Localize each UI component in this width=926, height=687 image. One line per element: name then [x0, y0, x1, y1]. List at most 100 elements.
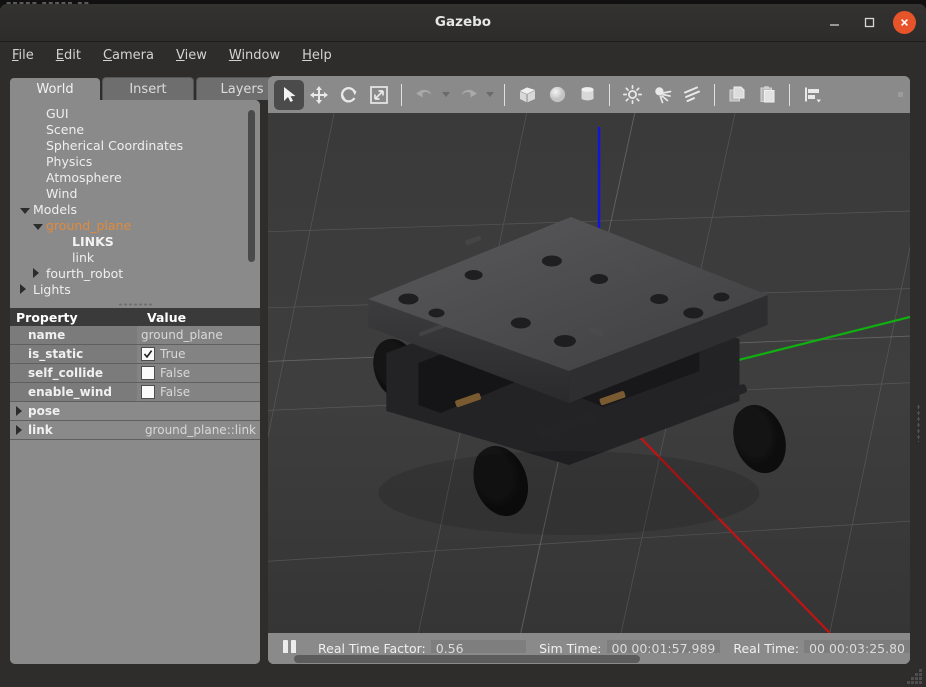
property-value: False: [160, 366, 191, 380]
tree-item-scene[interactable]: Scene: [10, 121, 260, 137]
tab-world[interactable]: World: [10, 78, 100, 100]
insert-box-button[interactable]: [512, 80, 542, 110]
tree-item-atmosphere[interactable]: Atmosphere: [10, 169, 260, 185]
redo-history-dropdown[interactable]: [483, 80, 497, 110]
property-name-cell: enable_wind: [10, 383, 137, 401]
scale-mode-button[interactable]: [364, 80, 394, 110]
tree-item-label: Spherical Coordinates: [46, 137, 184, 153]
translate-mode-button[interactable]: [304, 80, 334, 110]
tree-item-wind[interactable]: Wind: [10, 185, 260, 201]
property-value-cell[interactable]: False: [137, 364, 260, 382]
paste-button[interactable]: [752, 80, 782, 110]
property-value-cell[interactable]: [137, 402, 260, 420]
scene-toolbar: [268, 76, 910, 113]
checkbox-unchecked-icon[interactable]: [141, 385, 155, 399]
checkbox-checked-icon[interactable]: [141, 347, 155, 361]
table-row[interactable]: pose: [10, 402, 260, 421]
grip-dot: [919, 677, 922, 680]
menu-file[interactable]: File: [12, 48, 34, 63]
redo-button[interactable]: [453, 80, 483, 110]
insert-cylinder-button[interactable]: [572, 80, 602, 110]
tree-item-lights[interactable]: Lights: [10, 281, 260, 297]
tab-world-label: World: [36, 81, 74, 97]
separator-4: [714, 83, 715, 106]
panel-splitter-handle[interactable]: [10, 301, 260, 308]
tree-item-label: Lights: [33, 281, 71, 297]
property-name: enable_wind: [28, 385, 112, 399]
table-row[interactable]: enable_wind False: [10, 383, 260, 402]
copy-button[interactable]: [722, 80, 752, 110]
checkbox-unchecked-icon[interactable]: [141, 366, 155, 380]
property-value: ground_plane::link: [144, 423, 256, 437]
window-resize-grip[interactable]: [907, 669, 922, 684]
undo-history-dropdown[interactable]: [439, 80, 453, 110]
scrollbar-thumb[interactable]: [294, 655, 640, 663]
table-row[interactable]: name ground_plane: [10, 326, 260, 345]
toolbar-overflow-indicator[interactable]: [898, 92, 903, 97]
panel-tabs: World Insert Layers: [10, 76, 288, 100]
chevron-down-icon: [486, 92, 494, 97]
property-value: False: [160, 385, 191, 399]
undo-button[interactable]: [409, 80, 439, 110]
spot-light-button[interactable]: [647, 80, 677, 110]
caret-expanded-icon[interactable]: [33, 218, 46, 233]
separator-5: [789, 83, 790, 106]
table-row[interactable]: self_collide False: [10, 364, 260, 383]
minimize-icon[interactable]: [823, 11, 846, 34]
directional-light-button[interactable]: [677, 80, 707, 110]
property-name-cell: is_static: [10, 345, 137, 363]
tree-item-label: ground_plane: [46, 217, 132, 233]
caret-collapsed-icon[interactable]: [20, 282, 33, 297]
tree-item-label: Models: [33, 201, 78, 217]
insert-sphere-button[interactable]: [542, 80, 572, 110]
property-value-cell[interactable]: True: [137, 345, 260, 363]
vertical-splitter-handle[interactable]: [913, 398, 923, 448]
close-icon[interactable]: [893, 11, 916, 34]
tree-item-label: Wind: [46, 185, 78, 201]
grip-dot: [911, 677, 914, 680]
3d-viewport[interactable]: [268, 113, 910, 633]
table-row[interactable]: link ground_plane::link: [10, 421, 260, 440]
tree-item-ground-plane[interactable]: ground_plane: [10, 217, 260, 233]
tree-item-fourth-robot[interactable]: fourth_robot: [10, 265, 260, 281]
menu-camera[interactable]: Camera: [103, 48, 154, 63]
viewport-horizontal-scrollbar[interactable]: [268, 653, 910, 664]
tree-item-models[interactable]: Models: [10, 201, 260, 217]
grip-dot: [907, 681, 910, 684]
table-row[interactable]: is_static True: [10, 345, 260, 364]
grip-dot: [915, 677, 918, 680]
menu-help[interactable]: Help: [302, 48, 332, 63]
separator-3: [609, 83, 610, 106]
left-panel: World Insert Layers GUI Scene Spherical Co…: [10, 76, 288, 664]
menu-view[interactable]: View: [176, 48, 207, 63]
maximize-icon[interactable]: [858, 11, 881, 34]
tree-item-label: fourth_robot: [46, 265, 124, 281]
status-bar: Real Time Factor: 0.56 Sim Time: 00 00:0…: [268, 633, 910, 664]
tree-item-gui[interactable]: GUI: [10, 105, 260, 121]
point-light-button[interactable]: [617, 80, 647, 110]
property-name: self_collide: [28, 366, 104, 380]
align-button[interactable]: [797, 80, 827, 110]
tree-scrollbar-thumb[interactable]: [248, 110, 255, 262]
tree-item-link[interactable]: link: [10, 249, 260, 265]
window-title: Gazebo: [434, 14, 492, 30]
caret-expanded-icon[interactable]: [20, 202, 33, 217]
property-value-cell[interactable]: ground_plane: [137, 326, 260, 344]
property-value-cell[interactable]: ground_plane::link: [137, 421, 260, 439]
menu-edit[interactable]: Edit: [56, 48, 81, 63]
tree-item-physics[interactable]: Physics: [10, 153, 260, 169]
menu-window[interactable]: Window: [229, 48, 280, 63]
world-tree[interactable]: GUI Scene Spherical Coordinates Physics Atmo…: [10, 100, 260, 301]
select-mode-button[interactable]: [274, 79, 304, 110]
rotate-mode-button[interactable]: [334, 80, 364, 110]
tree-item-links[interactable]: LINKS: [10, 233, 260, 249]
tab-insert[interactable]: Insert: [102, 77, 194, 100]
tree-item-spherical-coordinates[interactable]: Spherical Coordinates: [10, 137, 260, 153]
caret-collapsed-icon[interactable]: [33, 266, 46, 281]
grip-dot: [915, 681, 918, 684]
caret-collapsed-icon[interactable]: [10, 425, 28, 435]
chevron-down-icon: [442, 92, 450, 97]
caret-collapsed-icon[interactable]: [10, 406, 28, 416]
property-value-cell[interactable]: False: [137, 383, 260, 401]
separator-2: [504, 83, 505, 106]
